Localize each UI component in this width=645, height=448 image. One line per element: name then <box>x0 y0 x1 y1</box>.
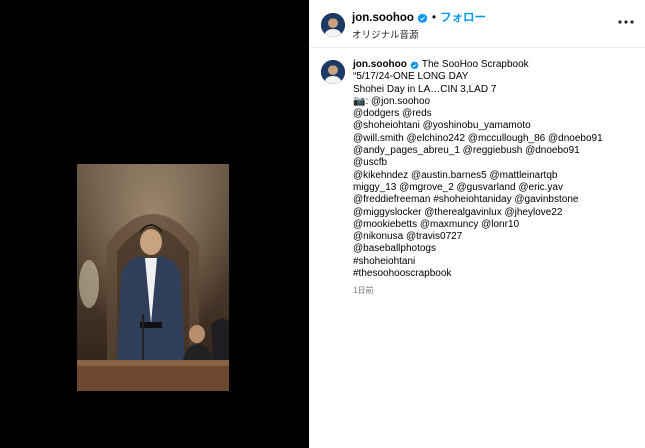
post-header: jon.soohoo • フォロー オリジナル音源 <box>309 0 645 48</box>
caption-line: @kikehndez @austin.barnes5 @mattleinartq… <box>353 169 558 181</box>
caption-line: @baseballphotogs <box>353 243 436 255</box>
caption-line: 📷: @jon.soohoo <box>353 95 431 107</box>
audio-label[interactable]: オリジナル音源 <box>352 27 419 41</box>
caption-line: “5/17/24-ONE LONG DAY <box>353 71 469 83</box>
caption-line: @nikonusa @travis0727 <box>353 231 463 243</box>
header-username[interactable]: jon.soohoo <box>352 12 414 25</box>
media-viewer <box>0 0 309 448</box>
caption-line: Shohei Day in LA…CIN 3,LAD 7 <box>353 83 497 95</box>
post-caption: jon.soohoo The SooHoo Scrapbook “5/17/24… <box>353 59 638 280</box>
caption-line: @dodgers @reds <box>353 108 432 120</box>
caption-line: @shoheiohtani @yoshinobu_yamamoto <box>353 120 531 132</box>
caption-line: miggy_13 @mgrove_2 @gusvarland @eric.yav <box>353 181 563 193</box>
caption-line: @freddiefreeman #shoheiohtaniday @gavinb… <box>353 194 579 206</box>
caption-line: @will.smith @elchino242 @mccullough_86 @… <box>353 132 603 144</box>
caption-line: @andy_pages_abreu_1 @reggiebush @dnoebo9… <box>353 145 580 157</box>
caption-avatar[interactable] <box>321 60 345 84</box>
header-user-row: jon.soohoo • フォロー <box>352 12 486 25</box>
post-side-panel: jon.soohoo • フォロー オリジナル音源 jon.soohoo The… <box>309 0 645 448</box>
verified-badge-icon <box>410 61 419 70</box>
caption-line: @uscfb <box>353 157 388 169</box>
avatar-image <box>321 60 345 84</box>
post-photo[interactable] <box>77 164 229 391</box>
avatar[interactable] <box>321 13 345 37</box>
post-photo-image <box>77 164 229 391</box>
caption-username[interactable]: jon.soohoo <box>353 59 407 71</box>
follow-button[interactable]: フォロー <box>440 12 486 25</box>
verified-badge-icon <box>417 13 428 24</box>
separator-dot: • <box>431 12 436 24</box>
caption-line: @mookiebetts @maxmuncy @lonr10 <box>353 218 520 230</box>
caption-line: @miggyslocker @therealgavinlux @jheylove… <box>353 206 563 218</box>
avatar-image <box>321 13 345 37</box>
post-timestamp[interactable]: 1日前 <box>353 285 373 296</box>
caption-line: #thesoohooscrapbook <box>353 268 452 280</box>
caption-title: The SooHoo Scrapbook <box>421 59 529 70</box>
caption-first-line: jon.soohoo The SooHoo Scrapbook <box>353 59 638 71</box>
more-options-icon[interactable] <box>617 15 635 29</box>
caption-line: #shoheiohtani <box>353 255 416 267</box>
